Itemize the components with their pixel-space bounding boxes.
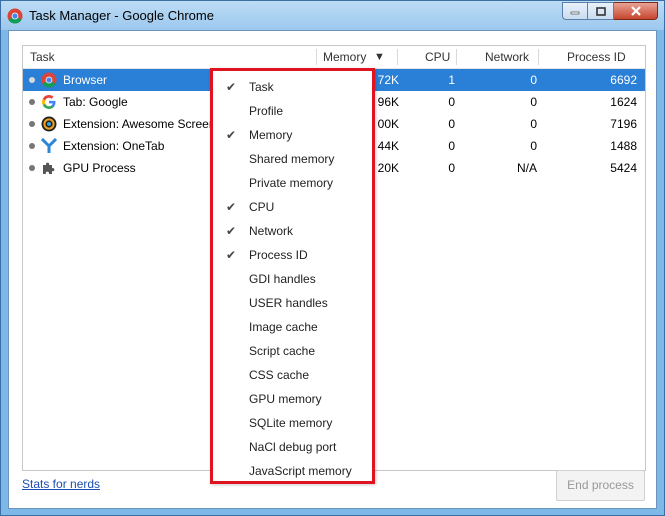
menu-item-label: GPU memory <box>249 392 322 406</box>
column-header-process-id[interactable]: Process ID <box>567 46 626 68</box>
network-value: N/A <box>516 161 537 175</box>
column-context-menu: ✔ Task Profile ✔ Memory Shared memory Priv… <box>210 68 375 484</box>
window-controls <box>562 2 658 21</box>
task-manager-window: Task Manager - Google Chrome Task Memory… <box>0 0 665 516</box>
column-divider <box>538 49 539 65</box>
chrome-icon <box>41 72 57 88</box>
process-id-value: 6692 <box>610 73 637 87</box>
process-id-value: 1624 <box>610 95 637 109</box>
row-bullet <box>29 143 35 149</box>
menu-item-network[interactable]: ✔ Network <box>213 219 372 243</box>
menu-item-label: Process ID <box>249 248 308 262</box>
stats-for-nerds-link[interactable]: Stats for nerds <box>22 477 100 491</box>
title-bar[interactable]: Task Manager - Google Chrome <box>1 1 664 30</box>
menu-item-profile[interactable]: Profile <box>213 99 372 123</box>
menu-item-nacl-debug-port[interactable]: NaCl debug port <box>213 435 372 459</box>
menu-item-label: Network <box>249 224 294 238</box>
row-bullet <box>29 165 35 171</box>
menu-item-gpu-memory[interactable]: GPU memory <box>213 387 372 411</box>
column-header-cpu[interactable]: CPU <box>425 46 450 68</box>
cpu-value: 1 <box>448 73 455 87</box>
network-value: 0 <box>530 95 537 109</box>
chrome-icon <box>7 8 23 24</box>
end-process-button[interactable]: End process <box>556 470 645 501</box>
minimize-button[interactable] <box>562 2 588 20</box>
network-value: 0 <box>530 117 537 131</box>
network-value: 0 <box>530 139 537 153</box>
menu-item-label: GDI handles <box>249 272 316 286</box>
column-divider <box>316 49 317 65</box>
close-button[interactable] <box>614 2 658 20</box>
menu-item-label: Script cache <box>249 344 316 358</box>
menu-item-private-memory[interactable]: Private memory <box>213 171 372 195</box>
task-name: GPU Process <box>63 161 136 175</box>
puzzle-icon <box>43 162 55 174</box>
awesome-screenshot-icon <box>41 116 57 132</box>
task-name: Browser <box>63 73 108 87</box>
menu-item-label: JavaScript memory <box>249 464 352 478</box>
check-icon: ✔ <box>226 224 237 238</box>
menu-item-label: SQLite memory <box>249 416 333 430</box>
menu-item-gdi-handles[interactable]: GDI handles <box>213 267 372 291</box>
cpu-value: 0 <box>448 117 455 131</box>
table-header: Task Memory ▼ CPU Network Process ID <box>23 46 645 69</box>
menu-item-label: Task <box>249 80 274 94</box>
close-icon <box>630 6 641 16</box>
check-icon: ✔ <box>226 200 237 214</box>
menu-item-label: Shared memory <box>249 152 335 166</box>
check-icon: ✔ <box>226 80 237 94</box>
menu-item-process-id[interactable]: ✔ Process ID <box>213 243 372 267</box>
menu-item-cpu[interactable]: ✔ CPU <box>213 195 372 219</box>
window-title: Task Manager - Google Chrome <box>29 8 214 23</box>
onetab-icon <box>41 138 57 153</box>
menu-item-image-cache[interactable]: Image cache <box>213 315 372 339</box>
menu-item-javascript-memory[interactable]: JavaScript memory <box>213 459 372 483</box>
menu-item-memory[interactable]: ✔ Memory <box>213 123 372 147</box>
column-header-memory[interactable]: Memory <box>323 46 366 68</box>
maximize-icon <box>595 6 606 16</box>
menu-item-user-handles[interactable]: USER handles <box>213 291 372 315</box>
maximize-button[interactable] <box>588 2 614 20</box>
menu-item-label: Image cache <box>249 320 318 334</box>
network-value: 0 <box>530 73 537 87</box>
menu-item-label: Private memory <box>249 176 334 190</box>
process-id-value: 5424 <box>610 161 637 175</box>
column-divider <box>456 49 457 65</box>
row-bullet <box>29 121 35 127</box>
menu-item-task[interactable]: ✔ Task <box>213 75 372 99</box>
column-divider <box>397 49 398 65</box>
menu-item-sqlite-memory[interactable]: SQLite memory <box>213 411 372 435</box>
cpu-value: 0 <box>448 161 455 175</box>
minimize-icon <box>570 11 580 15</box>
row-bullet <box>29 99 35 105</box>
menu-item-label: CPU <box>249 200 275 214</box>
menu-item-shared-memory[interactable]: Shared memory <box>213 147 372 171</box>
menu-item-label: CSS cache <box>249 368 310 382</box>
menu-item-script-cache[interactable]: Script cache <box>213 339 372 363</box>
google-g-icon <box>42 95 56 109</box>
task-name: Tab: Google <box>63 95 128 109</box>
column-header-task[interactable]: Task <box>30 46 55 68</box>
cpu-value: 0 <box>448 95 455 109</box>
menu-item-label: Profile <box>249 104 284 118</box>
task-name: Extension: OneTab <box>63 139 165 153</box>
task-name: Extension: Awesome Screens <box>63 117 213 131</box>
menu-item-label: NaCl debug port <box>249 440 337 454</box>
check-icon: ✔ <box>226 248 237 262</box>
column-header-network[interactable]: Network <box>485 46 529 68</box>
menu-item-label: USER handles <box>249 296 328 310</box>
row-bullet <box>29 77 35 83</box>
sort-descending-icon: ▼ <box>374 51 385 63</box>
menu-item-css-cache[interactable]: CSS cache <box>213 363 372 387</box>
process-id-value: 1488 <box>610 139 637 153</box>
check-icon: ✔ <box>226 128 237 142</box>
cpu-value: 0 <box>448 139 455 153</box>
process-id-value: 7196 <box>610 117 637 131</box>
menu-item-label: Memory <box>249 128 293 142</box>
